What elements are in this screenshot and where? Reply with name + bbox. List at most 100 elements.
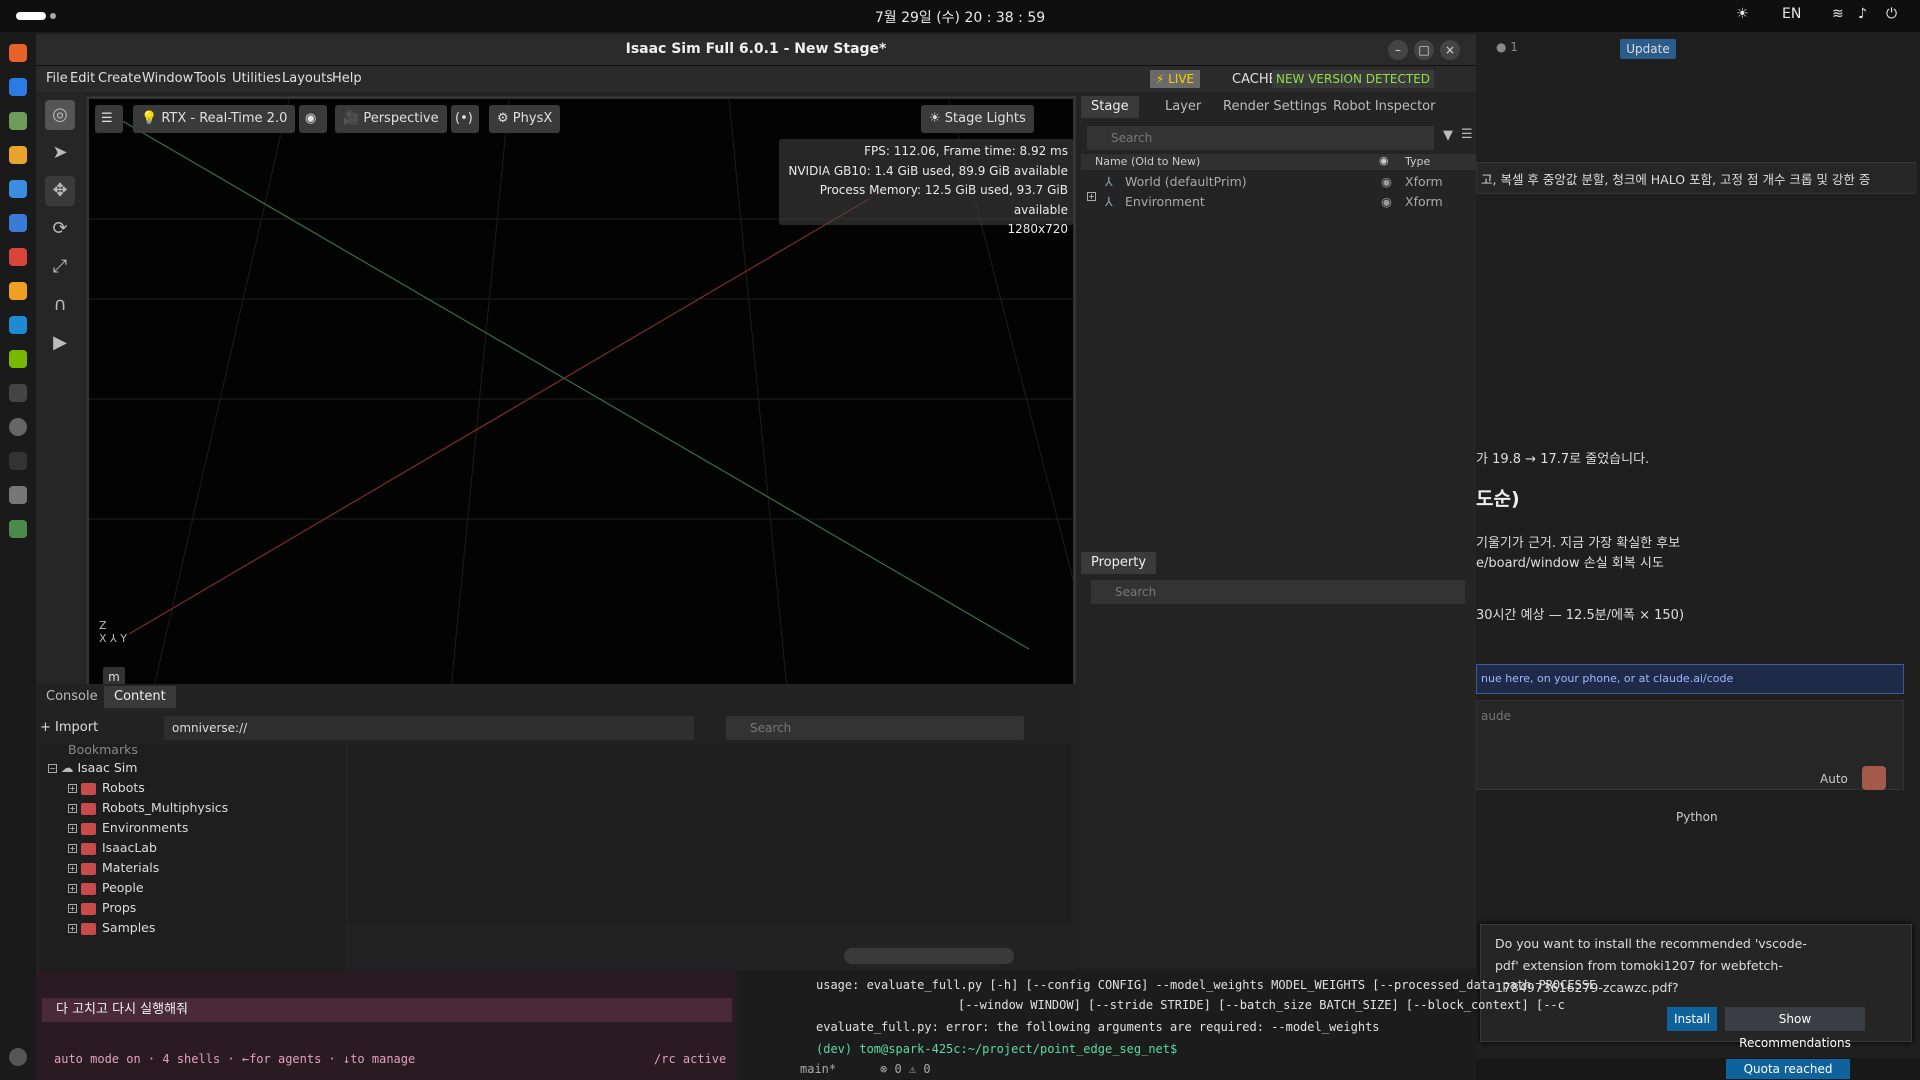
settings-app-icon[interactable]	[9, 418, 27, 436]
menu-file[interactable]: File	[46, 71, 68, 86]
rotate-icon[interactable]: ⟳	[45, 214, 75, 244]
ports-indicator[interactable]: ● 1	[1496, 40, 1530, 58]
tree-folder[interactable]: + IsaacLab	[68, 838, 157, 858]
menu-edit[interactable]: Edit	[70, 71, 95, 86]
files-icon[interactable]	[9, 112, 27, 130]
import-button[interactable]: + Import	[40, 716, 100, 740]
shell-prompt[interactable]: (dev) tom@spark-425c:~/project/point_edg…	[816, 1042, 1177, 1056]
system-monitor-icon[interactable]	[9, 384, 27, 402]
tree-folder[interactable]: + Samples	[68, 918, 155, 938]
live-button[interactable]: ⚡ LIVE	[1150, 70, 1200, 88]
tab-content[interactable]: Content	[104, 686, 176, 708]
camera-icon[interactable]: ◎	[45, 100, 75, 130]
visibility-icon[interactable]: ◉	[1381, 172, 1392, 192]
tab-robot-inspector[interactable]: Robot Inspector	[1323, 96, 1445, 118]
expand-icon[interactable]: +	[1087, 192, 1096, 201]
stage-menu-icon[interactable]: ☰	[1461, 127, 1473, 142]
visibility-icon[interactable]: ◉	[299, 105, 327, 133]
tree-root[interactable]: − ☁ Isaac Sim	[48, 758, 137, 778]
problems-indicator[interactable]: ⊗ 0 ⚠ 0	[880, 1062, 931, 1076]
tree-folder[interactable]: + Props	[68, 898, 136, 918]
cache-status[interactable]: NEW VERSION DETECTED	[1272, 70, 1434, 88]
stage-lights-button[interactable]: ☀ Stage Lights	[921, 105, 1034, 133]
thunderbird-icon[interactable]	[9, 78, 27, 96]
firefox-icon[interactable]	[9, 44, 27, 62]
clock[interactable]: 7월 29일 (수) 20 : 38 : 59	[0, 7, 1920, 27]
col-type[interactable]: Type	[1405, 155, 1430, 168]
isaac-sim-icon[interactable]	[9, 486, 27, 504]
trash-icon[interactable]	[9, 520, 27, 538]
camera-button[interactable]: 🎥 Perspective	[335, 105, 447, 133]
tab-layer[interactable]: Layer	[1155, 96, 1211, 118]
tree-folder[interactable]: + Robots_Multiphysics	[68, 798, 228, 818]
app-center-icon[interactable]	[9, 248, 27, 266]
language-indicator[interactable]: EN	[1782, 6, 1801, 22]
menu-window[interactable]: Window	[142, 71, 193, 86]
stage-search[interactable]: Search	[1087, 126, 1434, 150]
col-name[interactable]: Name (Old to New)	[1095, 155, 1200, 168]
volume-icon[interactable]: ♪	[1858, 6, 1867, 22]
quota-badge[interactable]: Quota reached	[1726, 1059, 1850, 1079]
viewport-settings-icon[interactable]: ☰	[95, 105, 123, 133]
renderer-button[interactable]: 💡 RTX - Real-Time 2.0	[133, 105, 296, 133]
install-button[interactable]: Install	[1667, 1007, 1717, 1031]
power-icon[interactable]: ⏻	[1886, 6, 1897, 22]
stage-row[interactable]: ⅄ World (defaultPrim) ◉ Xform	[1081, 172, 1476, 192]
viewport-stats: FPS: 112.06, Frame time: 8.92 ms NVIDIA …	[779, 139, 1074, 236]
writer-icon[interactable]	[9, 180, 27, 198]
content-grid[interactable]	[349, 744, 1071, 922]
select-icon[interactable]: ➤	[45, 138, 75, 168]
folder-label: Materials	[102, 860, 160, 875]
minimize-button[interactable]: –	[1388, 40, 1408, 60]
scale-icon[interactable]: ⤢	[45, 252, 75, 282]
vscode-icon[interactable]	[9, 316, 27, 334]
zoom-slider[interactable]	[844, 948, 1014, 964]
property-search[interactable]: Search	[1091, 580, 1465, 604]
content-search[interactable]: Search	[726, 716, 1024, 740]
auto-mode-toggle[interactable]: Auto	[1820, 772, 1848, 786]
move-icon[interactable]: ✥	[45, 176, 75, 206]
menu-utilities[interactable]: Utilities	[232, 71, 281, 86]
window-titlebar[interactable]: Isaac Sim Full 6.0.1 - New Stage* – □ ×	[36, 34, 1476, 66]
tab-console[interactable]: Console	[36, 686, 108, 708]
claude-prompt-input[interactable]: 다 고치고 다시 실행해줘	[42, 998, 732, 1022]
audio-icon[interactable]: (•)	[451, 105, 479, 133]
stage-row[interactable]: + ⅄ Environment ◉ Xform	[1081, 192, 1476, 212]
eye-icon[interactable]: ◉	[1379, 154, 1389, 167]
menu-tools[interactable]: Tools	[194, 71, 226, 86]
claude-banner[interactable]: nue here, on your phone, or at claude.ai…	[1476, 664, 1904, 694]
close-button[interactable]: ×	[1440, 40, 1460, 60]
play-icon[interactable]: ▶	[45, 328, 75, 358]
send-button[interactable]	[1862, 766, 1886, 790]
help-icon[interactable]	[9, 214, 27, 232]
visibility-icon[interactable]: ◉	[1381, 192, 1392, 212]
tab-property[interactable]: Property	[1081, 552, 1157, 574]
tab-render-settings[interactable]: Render Settings	[1213, 96, 1337, 118]
viewport[interactable]: ☰ 💡 RTX - Real-Time 2.0 ◉ 🎥 Perspective …	[86, 96, 1076, 712]
warning-count: 0	[923, 1062, 931, 1076]
brightness-icon[interactable]: ☀	[1736, 6, 1749, 22]
show-apps-icon[interactable]	[9, 1048, 27, 1066]
maximize-button[interactable]: □	[1414, 40, 1434, 60]
menu-create[interactable]: Create	[98, 71, 141, 86]
filter-icon[interactable]: ▼	[1443, 128, 1453, 143]
snap-icon[interactable]: ∩	[45, 290, 75, 320]
tab-stage[interactable]: Stage	[1081, 96, 1139, 118]
path-field[interactable]: omniverse://	[164, 716, 694, 740]
menu-layouts[interactable]: Layouts	[282, 71, 333, 86]
python-terminal-label[interactable]: Python	[1676, 810, 1718, 824]
tree-folder[interactable]: + Robots	[68, 778, 145, 798]
tree-folder[interactable]: + Environments	[68, 818, 188, 838]
menu-help[interactable]: Help	[332, 71, 362, 86]
sublime-icon[interactable]	[9, 282, 27, 300]
git-branch[interactable]: main*	[800, 1062, 836, 1076]
tree-folder[interactable]: + People	[68, 878, 144, 898]
rhythmbox-icon[interactable]	[9, 146, 27, 164]
wifi-icon[interactable]: ≋	[1832, 6, 1844, 22]
tree-folder[interactable]: + Materials	[68, 858, 159, 878]
nvidia-icon[interactable]	[9, 350, 27, 368]
show-recommendations-button[interactable]: Show Recommendations	[1725, 1007, 1865, 1050]
terminal-icon[interactable]	[9, 452, 27, 470]
physx-button[interactable]: ⚙ PhysX	[489, 105, 561, 133]
update-button[interactable]: Update	[1620, 39, 1676, 59]
